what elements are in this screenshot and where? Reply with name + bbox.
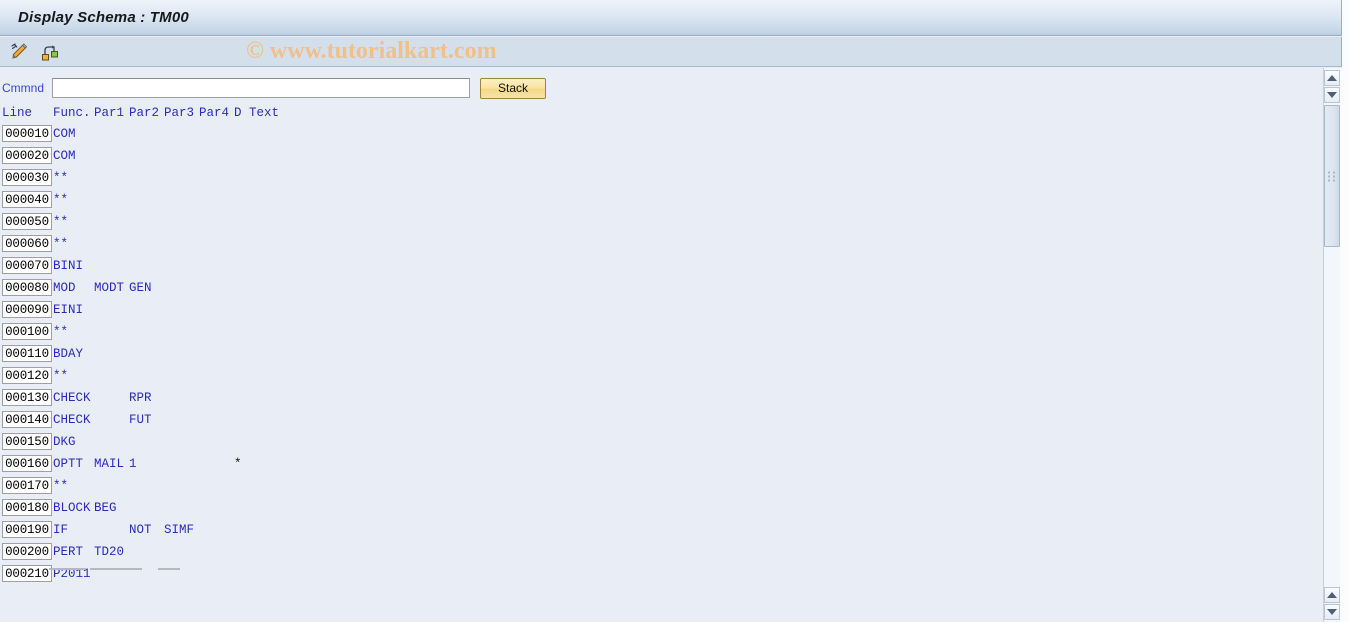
scrollbar-grip-icon — [1328, 171, 1336, 182]
grid-col-header-text: Text — [249, 106, 280, 120]
cell-par2[interactable]: NOT — [129, 523, 152, 537]
cell-par2[interactable]: FUT — [129, 413, 152, 427]
cell-par1[interactable]: BEG — [94, 501, 117, 515]
cell-func[interactable]: ** — [53, 325, 68, 339]
line-number-input[interactable] — [2, 433, 52, 450]
line-number-input[interactable] — [2, 411, 52, 428]
page-title: Display Schema : TM00 — [18, 9, 189, 26]
cell-func[interactable]: ** — [53, 479, 68, 493]
scroll-down-button[interactable] — [1324, 87, 1340, 103]
grid-col-header-line: Line — [2, 106, 33, 120]
line-number-input[interactable] — [2, 279, 52, 296]
cell-func[interactable]: CHECK — [53, 391, 91, 405]
line-number-input[interactable] — [2, 565, 52, 582]
cell-d[interactable]: * — [234, 457, 242, 471]
grid-col-header-func: Func. — [53, 106, 91, 120]
cell-func[interactable]: ** — [53, 171, 68, 185]
cell-par2[interactable]: 1 — [129, 457, 137, 471]
stack-button[interactable]: Stack — [480, 77, 546, 99]
cell-func[interactable]: CHECK — [53, 413, 91, 427]
right-edge-filler — [1340, 68, 1349, 622]
line-number-input[interactable] — [2, 257, 52, 274]
window-titlebar: Display Schema : TM00 — [0, 0, 1342, 36]
line-number-input[interactable] — [2, 477, 52, 494]
command-input[interactable] — [52, 78, 470, 98]
cell-func[interactable]: COM — [53, 149, 76, 163]
cell-func[interactable]: BINI — [53, 259, 83, 273]
line-number-input[interactable] — [2, 169, 52, 186]
cell-func[interactable]: IF — [53, 523, 68, 537]
cell-func[interactable]: COM — [53, 127, 76, 141]
cell-par1[interactable]: MODT — [94, 281, 124, 295]
scrollbar-thumb[interactable] — [1324, 105, 1340, 247]
schema-structure-icon[interactable] — [39, 41, 61, 63]
cell-func[interactable]: BDAY — [53, 347, 83, 361]
line-number-input[interactable] — [2, 125, 52, 142]
scroll-down-button-bottom[interactable] — [1324, 604, 1340, 620]
scroll-up-button[interactable] — [1324, 70, 1340, 86]
cell-func[interactable]: ** — [53, 193, 68, 207]
line-number-input[interactable] — [2, 543, 52, 560]
sap-gui-window: Display Schema : TM00 © www.tutorialkart… — [0, 0, 1349, 622]
grid-col-header-par4: Par4 — [199, 106, 230, 120]
cell-func[interactable]: BLOCK — [53, 501, 91, 515]
line-number-input[interactable] — [2, 455, 52, 472]
line-number-input[interactable] — [2, 323, 52, 340]
line-number-input[interactable] — [2, 301, 52, 318]
cell-par2[interactable]: RPR — [129, 391, 152, 405]
line-number-input[interactable] — [2, 213, 52, 230]
command-row: Cmmnd Stack — [0, 77, 546, 99]
cell-func[interactable]: ** — [53, 215, 68, 229]
cell-par2[interactable]: GEN — [129, 281, 152, 295]
edit-pencil-icon[interactable] — [9, 41, 31, 63]
line-number-input[interactable] — [2, 389, 52, 406]
scroll-up-button-bottom[interactable] — [1324, 587, 1340, 603]
cell-par3[interactable]: SIMF — [164, 523, 194, 537]
cell-func[interactable]: PERT — [53, 545, 83, 559]
line-number-input[interactable] — [2, 521, 52, 538]
cell-func[interactable]: ** — [53, 369, 68, 383]
command-label: Cmmnd — [2, 81, 45, 95]
grid-col-header-par3: Par3 — [164, 106, 195, 120]
chevron-down-icon-bottom — [1327, 609, 1337, 615]
chevron-up-icon-bottom — [1327, 592, 1337, 598]
cell-func[interactable]: MOD — [53, 281, 76, 295]
cell-func[interactable]: EINI — [53, 303, 83, 317]
line-number-input[interactable] — [2, 147, 52, 164]
application-toolbar — [0, 37, 1342, 67]
line-number-input[interactable] — [2, 367, 52, 384]
grid-col-header-d: D — [234, 106, 242, 120]
chevron-up-icon — [1327, 75, 1337, 81]
cell-func[interactable]: ** — [53, 237, 68, 251]
cell-func[interactable]: DKG — [53, 435, 76, 449]
grid-col-header-par2: Par2 — [129, 106, 160, 120]
cell-func[interactable]: OPTT — [53, 457, 83, 471]
vertical-scrollbar[interactable] — [1323, 68, 1340, 622]
line-number-input[interactable] — [2, 235, 52, 252]
cell-par1[interactable]: MAIL — [94, 457, 124, 471]
cell-par1[interactable]: TD20 — [94, 545, 124, 559]
line-number-input[interactable] — [2, 499, 52, 516]
line-number-input[interactable] — [2, 191, 52, 208]
top-right-filler — [1342, 0, 1349, 68]
line-number-input[interactable] — [2, 345, 52, 362]
chevron-down-icon — [1327, 92, 1337, 98]
grid-col-header-par1: Par1 — [94, 106, 125, 120]
schema-work-area: Cmmnd Stack Line Func. Par1 Par2 Par3 Par4 D Te… — [0, 68, 1320, 622]
